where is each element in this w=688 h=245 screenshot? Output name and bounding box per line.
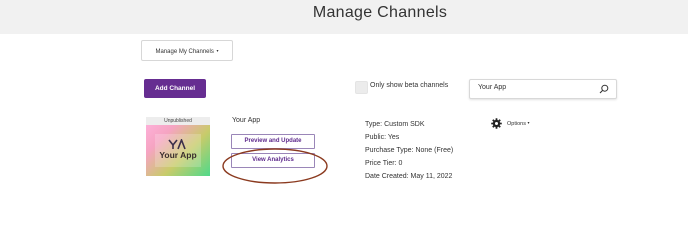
options-label: Options <box>507 121 526 127</box>
view-analytics-button[interactable]: View Analytics <box>231 153 315 168</box>
channel-name: Your App <box>232 117 261 124</box>
thumbnail-app-name: Your App <box>159 150 197 160</box>
gear-icon[interactable] <box>491 118 502 129</box>
unpublished-badge: Unpublished <box>146 117 210 125</box>
beta-channels-label: Only show beta channels <box>370 82 449 89</box>
beta-channels-checkbox[interactable] <box>355 81 368 94</box>
app-logo-icon <box>168 139 186 150</box>
chevron-down-icon: ▾ <box>216 48 219 53</box>
channel-details: Type: Custom SDK Public: Yes Purchase Ty… <box>365 118 453 183</box>
chevron-down-icon: ▾ <box>527 120 530 125</box>
detail-type: Type: Custom SDK <box>365 121 425 128</box>
channel-thumbnail[interactable]: Unpublished Your App <box>146 117 210 176</box>
detail-public: Public: Yes <box>365 134 400 141</box>
search-input[interactable]: Your App <box>469 79 617 99</box>
add-channel-button[interactable]: Add Channel <box>144 79 206 98</box>
page-title: Manage Channels <box>312 4 448 21</box>
search-icon[interactable] <box>599 84 609 94</box>
detail-date-created: Date Created: May 11, 2022 <box>365 173 453 180</box>
manage-channels-dropdown[interactable]: Manage My Channels ▾ <box>141 40 233 61</box>
dropdown-label: Manage My Channels <box>155 49 214 55</box>
options-menu[interactable]: Options ▾ <box>507 120 530 127</box>
detail-purchase-type: Purchase Type: None (Free) <box>365 147 454 154</box>
detail-price-tier: Price Tier: 0 <box>365 160 403 167</box>
search-value: Your App <box>478 84 507 91</box>
preview-and-update-button[interactable]: Preview and Update <box>231 134 315 149</box>
